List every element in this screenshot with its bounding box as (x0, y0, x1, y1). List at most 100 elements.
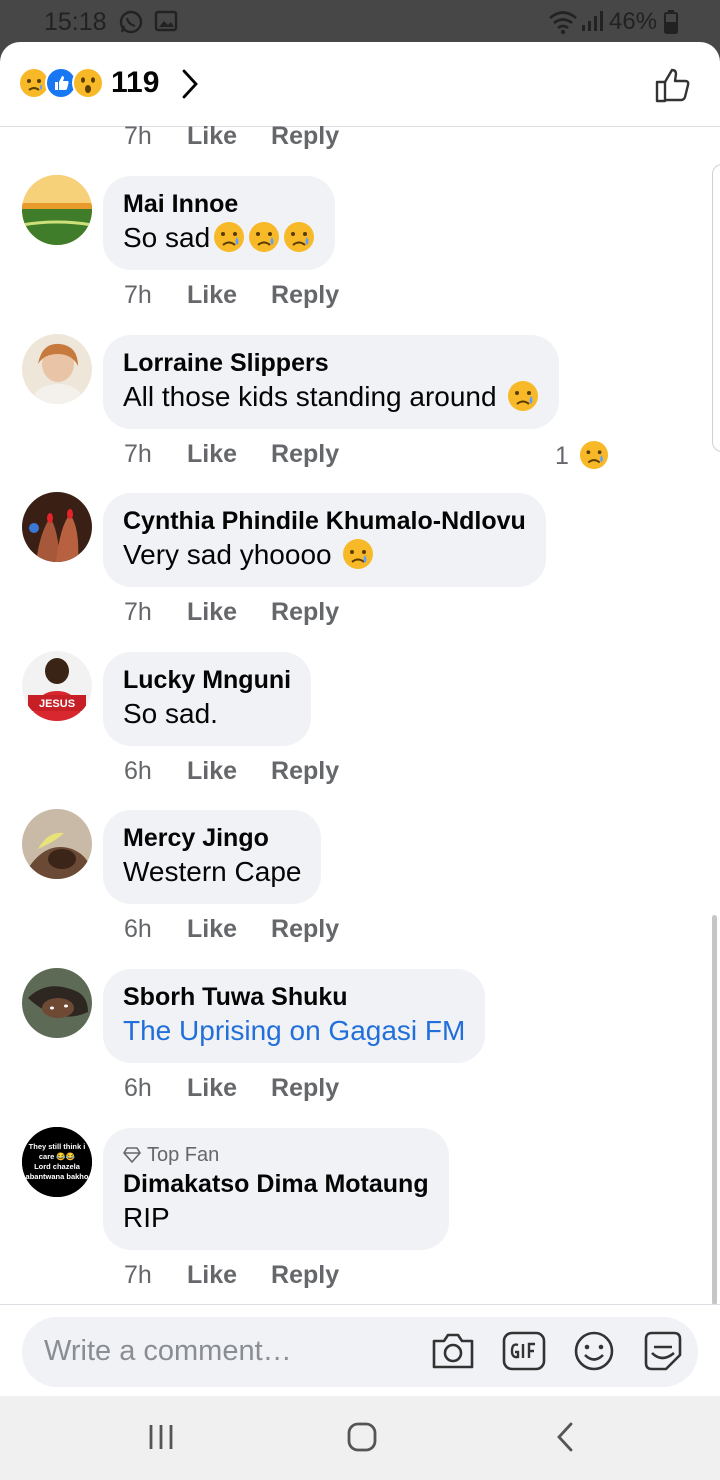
gallery-icon (154, 9, 178, 38)
scrollbar[interactable] (712, 915, 717, 1305)
comment-bubble[interactable]: Lucky Mnguni So sad. (103, 652, 312, 746)
comment-actions: 6h Like Reply (124, 1074, 373, 1103)
comment-placeholder: Write a comment… (44, 1335, 292, 1367)
comment-composer: Write a comment… (0, 1304, 720, 1396)
comment-actions: 7h Like Reply (124, 598, 373, 627)
status-bar: 15:18 46% (0, 0, 720, 42)
comment-author[interactable]: Mercy Jingo (123, 822, 301, 854)
comment-author[interactable]: Sborh Tuwa Shuku (123, 981, 465, 1013)
wifi-icon (548, 9, 578, 40)
comment-bubble[interactable]: Sborh Tuwa Shuku The Uprising on Gagasi … (103, 969, 486, 1063)
chevron-right-icon[interactable] (180, 68, 200, 105)
comment-actions: 7h Like Reply (124, 440, 373, 469)
sticker-icon[interactable] (640, 1329, 686, 1380)
like-link[interactable]: Like (187, 440, 237, 469)
sad-reaction-icon (576, 440, 609, 470)
scroll-edge (712, 164, 720, 452)
system-navigation-bar (0, 1396, 720, 1480)
crying-emoji-icon (504, 381, 539, 412)
avatar[interactable]: They still think i care 😂😂 Lord chazela … (22, 1127, 92, 1197)
reply-link[interactable]: Reply (271, 598, 339, 627)
comment-input[interactable]: Write a comment… (22, 1317, 698, 1387)
comment-bubble[interactable]: Mai Innoe So sad (103, 176, 336, 270)
wow-reaction-icon (72, 67, 104, 99)
comment-text: So sad (123, 222, 211, 253)
like-link[interactable]: Like (187, 1074, 237, 1103)
thumbs-up-outline-icon[interactable] (654, 66, 692, 109)
comment-time: 6h (124, 1074, 152, 1102)
comment-text: RIP (123, 1202, 170, 1233)
reply-link[interactable]: Reply (271, 915, 339, 944)
comment-time: 7h (124, 598, 152, 626)
avatar-text-line: Lord chazela (34, 1162, 81, 1171)
comment-reaction-count[interactable]: 1 (555, 440, 609, 471)
comment-actions: 6h Like Reply (124, 915, 373, 944)
comment-bubble[interactable]: Mercy Jingo Western Cape (103, 810, 322, 904)
battery-percent: 46% (609, 8, 658, 35)
reply-link[interactable]: Reply (271, 1261, 339, 1290)
avatar-text-line: abantwana bakho (26, 1172, 89, 1181)
avatar[interactable] (22, 809, 92, 879)
smiley-icon[interactable] (572, 1329, 616, 1378)
comment-time: 7h (124, 281, 152, 309)
camera-icon[interactable] (430, 1329, 476, 1378)
like-link[interactable]: Like (187, 598, 237, 627)
reactions-header[interactable]: 119 (0, 42, 720, 127)
comment-time: 6h (124, 757, 152, 785)
comment-author[interactable]: Lucky Mnguni (123, 664, 291, 696)
comment-bubble[interactable]: Lorraine Slippers All those kids standin… (103, 335, 560, 429)
like-link[interactable]: Like (187, 122, 237, 151)
avatar[interactable] (22, 175, 92, 245)
reply-link[interactable]: Reply (271, 1074, 339, 1103)
comment-time: 7h (124, 1261, 152, 1289)
comment-text: Western Cape (123, 856, 302, 887)
home-icon[interactable] (346, 1422, 378, 1457)
comment-bubble[interactable]: Cynthia Phindile Khumalo-Ndlovu Very sad… (103, 493, 546, 587)
avatar-shirt-text: JESUS (39, 698, 75, 710)
comment-actions: 7h Like Reply (124, 1261, 373, 1290)
like-link[interactable]: Like (187, 281, 237, 310)
comment-link[interactable]: The Uprising on Gagasi FM (123, 1013, 465, 1049)
gif-icon[interactable] (501, 1329, 547, 1378)
comment-time: 7h (124, 122, 152, 150)
avatar[interactable] (22, 334, 92, 404)
comment-bubble[interactable]: Top Fan Dimakatso Dima Motaung RIP (103, 1128, 449, 1250)
battery-icon (664, 10, 678, 39)
avatar-text-line: care 😂😂 (39, 1152, 76, 1161)
reply-link[interactable]: Reply (271, 440, 339, 469)
reaction-count[interactable]: 119 (111, 66, 159, 100)
like-link[interactable]: Like (187, 1261, 237, 1290)
avatar-text-line: They still think i (29, 1142, 86, 1151)
like-link[interactable]: Like (187, 915, 237, 944)
comment-author[interactable]: Lorraine Slippers (123, 347, 539, 379)
comment-text: Very sad yhoooo (123, 539, 332, 570)
comment-author[interactable]: Mai Innoe (123, 188, 315, 220)
like-link[interactable]: Like (187, 757, 237, 786)
comment-actions: 6h Like Reply (124, 757, 373, 786)
signal-icon (580, 9, 604, 38)
whatsapp-icon (118, 9, 144, 40)
comment-text: All those kids standing around (123, 381, 497, 412)
reply-link[interactable]: Reply (271, 281, 339, 310)
comment-actions: 7h Like Reply (124, 122, 373, 151)
comment-author[interactable]: Dimakatso Dima Motaung (123, 1168, 429, 1200)
diamond-icon (123, 1147, 141, 1163)
recents-icon[interactable] (146, 1422, 176, 1457)
comment-time: 6h (124, 915, 152, 943)
avatar[interactable]: JESUS (22, 651, 92, 721)
crying-emoji-icon (210, 222, 315, 253)
sad-emoji-icon (339, 539, 374, 570)
back-icon[interactable] (553, 1422, 577, 1457)
top-fan-label: Top Fan (147, 1144, 220, 1166)
comments-sheet: 119 7h Like Reply Mai Innoe So sad 7h Like R… (0, 42, 720, 1396)
comment-author[interactable]: Cynthia Phindile Khumalo-Ndlovu (123, 505, 526, 537)
status-time: 15:18 (44, 8, 107, 36)
comment-text: So sad. (123, 698, 218, 729)
reply-link[interactable]: Reply (271, 122, 339, 151)
reply-link[interactable]: Reply (271, 757, 339, 786)
avatar[interactable] (22, 492, 92, 562)
reaction-number: 1 (555, 442, 569, 470)
avatar[interactable] (22, 968, 92, 1038)
comment-actions: 7h Like Reply (124, 281, 373, 310)
comment-time: 7h (124, 440, 152, 468)
